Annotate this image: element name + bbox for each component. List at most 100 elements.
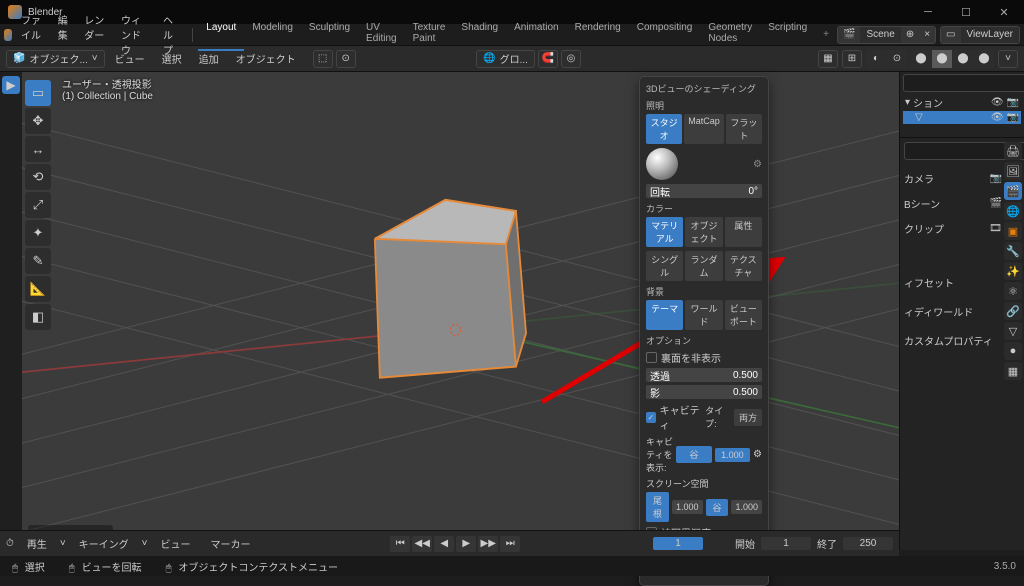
props-world[interactable]: ィディワールド (904, 304, 1002, 319)
orientation-button[interactable]: ⬚ (313, 50, 333, 68)
lighting-options[interactable]: スタジオ MatCap フラット (646, 114, 762, 144)
ptab-render[interactable]: 🖨 (1004, 142, 1022, 160)
outliner-search-input[interactable] (903, 74, 1024, 92)
annotate-tool[interactable]: ✎ (25, 248, 51, 274)
addcube-tool[interactable]: ◧ (25, 304, 51, 330)
tab-texture-paint[interactable]: Texture Paint (405, 19, 454, 51)
tab-modeling[interactable]: Modeling (244, 19, 301, 51)
move-tool[interactable]: ↔ (25, 136, 51, 162)
scale-tool[interactable]: ⤢ (25, 192, 51, 218)
tl-play[interactable]: 再生 (20, 533, 54, 554)
props-offset[interactable]: ィフセット (904, 275, 1002, 290)
scene-select[interactable]: 🎬 Scene ⊕ × (837, 26, 936, 44)
mode-select[interactable]: 🧊 オブジェク... ˅ (6, 50, 105, 68)
workspace-add-button[interactable]: + (817, 26, 835, 43)
ptab-object[interactable]: ▣ (1004, 222, 1022, 240)
view-menu[interactable]: ビュー (108, 48, 152, 69)
gizmo-toggle[interactable]: ⊞ (842, 50, 862, 68)
tab-geometry-nodes[interactable]: Geometry Nodes (700, 19, 760, 51)
tab-uv-editing[interactable]: UV Editing (358, 19, 405, 51)
pivot-button[interactable]: ⊙ (336, 50, 356, 68)
ptab-modifier[interactable]: 🔧 (1004, 242, 1022, 260)
props-clip[interactable]: クリップ (904, 221, 944, 236)
shading-dropdown-button[interactable]: ˅ (998, 50, 1018, 68)
color-options-1[interactable]: マテリアル オブジェクト 属性 (646, 217, 762, 247)
studio-gear-icon[interactable]: ⚙ (753, 159, 762, 170)
scene-new-icon[interactable]: ⊕ (901, 27, 919, 43)
cavity-gear-icon[interactable]: ⚙ (753, 449, 762, 460)
tl-view[interactable]: ビュー (154, 533, 198, 554)
object-menu[interactable]: オブジェクト (229, 48, 303, 69)
jump-end-icon[interactable]: ⏭ (500, 536, 520, 552)
ptab-output[interactable]: 🖼 (1004, 162, 1022, 180)
tl-marker[interactable]: マーカー (204, 533, 258, 554)
ridge-value[interactable]: 1.000 (672, 500, 703, 514)
cavity-type-select[interactable]: 両方 (734, 409, 762, 426)
outliner-item[interactable]: ション (913, 95, 943, 110)
minimize-button[interactable]: ─ (910, 0, 946, 24)
select-tool[interactable]: ▭ (25, 80, 51, 106)
cavity-value-slider[interactable]: 1.000 (715, 448, 750, 462)
tab-scripting[interactable]: Scripting (760, 19, 815, 51)
jump-start-icon[interactable]: ⏮ (390, 536, 410, 552)
proportional-toggle[interactable]: ◎ (561, 50, 581, 68)
snap-toggle[interactable]: 🧲 (538, 50, 558, 68)
bg-options[interactable]: テーマ ワールド ビューポート (646, 300, 762, 330)
eye-icon[interactable]: 👁 (991, 112, 1004, 123)
camera-icon[interactable]: 📷 (1007, 112, 1019, 123)
measure-tool[interactable]: 📐 (25, 276, 51, 302)
backface-check[interactable]: 裏面を非表示 (646, 350, 762, 365)
editor-3dview-icon[interactable]: ▶ (2, 76, 20, 94)
select-menu[interactable]: 選択 (155, 48, 189, 69)
ptab-scene[interactable]: 🎬 (1004, 182, 1022, 200)
cursor-tool[interactable]: ✥ (25, 108, 51, 134)
timeline-editor-icon[interactable]: ⏱ (6, 538, 14, 549)
close-button[interactable]: ✕ (986, 0, 1022, 24)
viewlayer-select[interactable]: ▭ ViewLayer (940, 26, 1020, 44)
prev-key-icon[interactable]: ◀◀ (412, 536, 432, 552)
current-frame-field[interactable]: 1 (653, 537, 703, 550)
ptab-physics[interactable]: ⚛ (1004, 282, 1022, 300)
tab-animation[interactable]: Animation (506, 19, 566, 51)
color-options-2[interactable]: シングル ランダム テクスチャ (646, 251, 762, 281)
playback-controls[interactable]: ⏮ ◀◀ ◀ ▶ ▶▶ ⏭ (390, 536, 520, 552)
tab-shading[interactable]: Shading (453, 19, 506, 51)
eye-icon[interactable]: 👁 (991, 97, 1004, 108)
overlay-buttons[interactable]: ◐⊙ (866, 50, 907, 68)
maximize-button[interactable]: ☐ (948, 0, 984, 24)
ptab-texture[interactable]: ▦ (1004, 362, 1022, 380)
transform-orient[interactable]: 🌐 グロ... (476, 50, 535, 68)
start-frame-field[interactable]: 1 (761, 537, 811, 550)
ptab-world[interactable]: 🌐 (1004, 202, 1022, 220)
cavity-check[interactable]: ✓キャビティ タイプ: 両方 (646, 402, 762, 432)
tab-layout[interactable]: Layout (198, 19, 244, 51)
transform-tool[interactable]: ✦ (25, 220, 51, 246)
props-camera[interactable]: カメラ (904, 171, 934, 186)
play-rev-icon[interactable]: ◀ (434, 536, 454, 552)
matcap-sphere-icon[interactable] (646, 148, 678, 180)
outliner[interactable]: ▽ ▾ション 👁 📷 ▽ 👁📷 (900, 72, 1024, 138)
ptab-data[interactable]: ▽ (1004, 322, 1022, 340)
tab-rendering[interactable]: Rendering (567, 19, 629, 51)
play-icon[interactable]: ▶ (456, 536, 476, 552)
valley-value[interactable]: 1.000 (731, 500, 762, 514)
end-frame-field[interactable]: 250 (843, 537, 893, 550)
scene-del-icon[interactable]: × (919, 27, 935, 43)
gizmo-selectability[interactable]: ▦ (818, 50, 838, 68)
next-key-icon[interactable]: ▶▶ (478, 536, 498, 552)
props-bgscene[interactable]: Bシーン (904, 196, 940, 211)
ptab-material[interactable]: ● (1004, 342, 1022, 360)
camera-icon[interactable]: 📷 (1007, 97, 1019, 108)
add-menu[interactable]: 追加 (192, 48, 226, 69)
props-custom[interactable]: カスタムプロパティ (904, 333, 1002, 348)
ptab-constraint[interactable]: 🔗 (1004, 302, 1022, 320)
rotate-tool[interactable]: ⟲ (25, 164, 51, 190)
tool-column: ▭ ✥ ↔ ⟲ ⤢ ✦ ✎ 📐 ◧ (25, 80, 55, 330)
3d-viewport[interactable]: ▭ ✥ ↔ ⟲ ⤢ ✦ ✎ 📐 ◧ ユーザー・透視投影 (1) Collecti… (22, 72, 899, 550)
tab-sculpting[interactable]: Sculpting (301, 19, 358, 51)
shading-mode-buttons[interactable]: ⬤⬤⬤⬤ (911, 50, 994, 68)
tl-keying[interactable]: キーイング (72, 533, 136, 554)
ptab-particle[interactable]: ✨ (1004, 262, 1022, 280)
cavity-valley-slider[interactable]: 谷 (676, 446, 711, 463)
tab-compositing[interactable]: Compositing (629, 19, 701, 51)
